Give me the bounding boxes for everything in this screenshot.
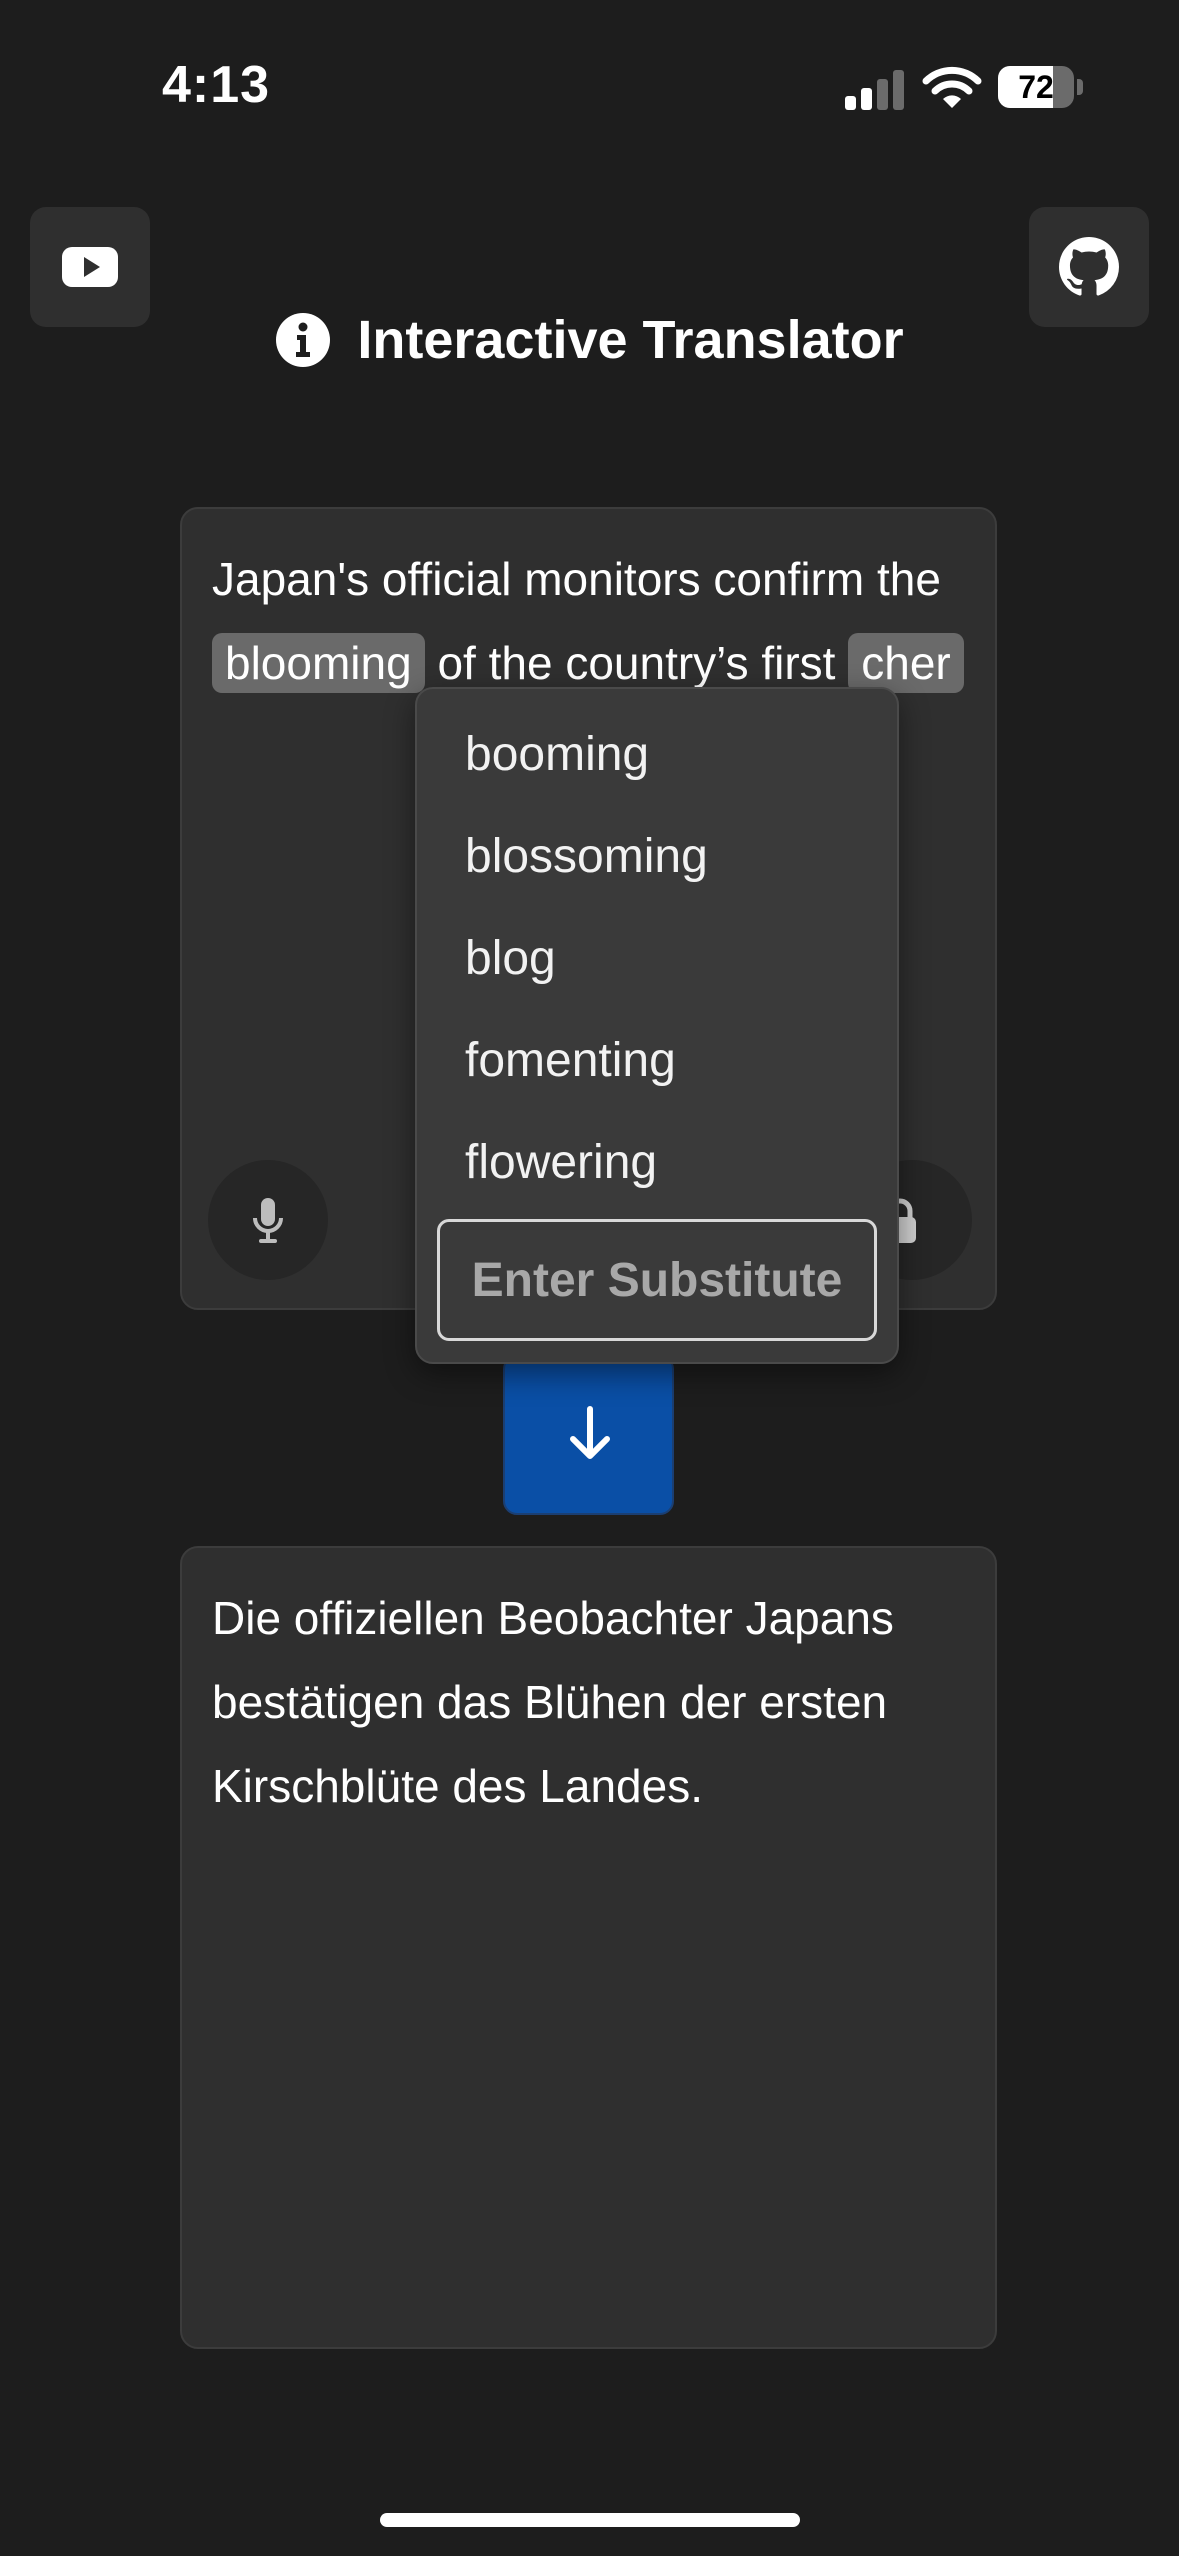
word-chip-blooming[interactable]: blooming bbox=[212, 633, 425, 693]
home-indicator[interactable] bbox=[380, 2513, 800, 2527]
dropdown-option[interactable]: booming bbox=[465, 727, 649, 782]
substitute-dropdown: booming blossoming blog fomenting flower… bbox=[415, 687, 899, 1364]
dropdown-option[interactable]: blossoming bbox=[465, 829, 708, 884]
arrow-down-icon bbox=[570, 1406, 610, 1459]
translate-button[interactable] bbox=[503, 1355, 674, 1515]
dropdown-option[interactable]: fomenting bbox=[465, 1033, 676, 1088]
battery-icon: 72 bbox=[998, 66, 1084, 108]
youtube-icon bbox=[62, 247, 118, 287]
microphone-button[interactable] bbox=[208, 1160, 328, 1280]
status-bar: 4:13 72 bbox=[0, 0, 1179, 170]
dropdown-option[interactable]: flowering bbox=[465, 1135, 657, 1190]
source-text-segment: of the country’s first bbox=[424, 637, 849, 689]
word-chip-cherry[interactable]: cher bbox=[848, 633, 964, 693]
source-text-segment: Japan's official monitors confirm the bbox=[212, 553, 941, 605]
info-icon[interactable] bbox=[275, 312, 331, 368]
battery-level: 72 bbox=[1018, 69, 1054, 105]
status-time: 4:13 bbox=[162, 56, 271, 114]
wifi-icon bbox=[922, 66, 982, 108]
substitute-input[interactable] bbox=[437, 1219, 877, 1341]
page-title: Interactive Translator bbox=[357, 310, 904, 370]
microphone-icon bbox=[253, 1198, 283, 1243]
dropdown-option[interactable]: blog bbox=[465, 931, 556, 986]
signal-icon bbox=[845, 70, 904, 110]
header: Interactive Translator bbox=[0, 300, 1179, 380]
github-icon bbox=[1059, 237, 1119, 296]
translation-text: Die offiziellen Beobachter Japans bestät… bbox=[212, 1592, 894, 1812]
source-text: Japan's official monitors confirm the bl… bbox=[212, 537, 975, 705]
translation-panel: Die offiziellen Beobachter Japans bestät… bbox=[180, 1546, 997, 2349]
